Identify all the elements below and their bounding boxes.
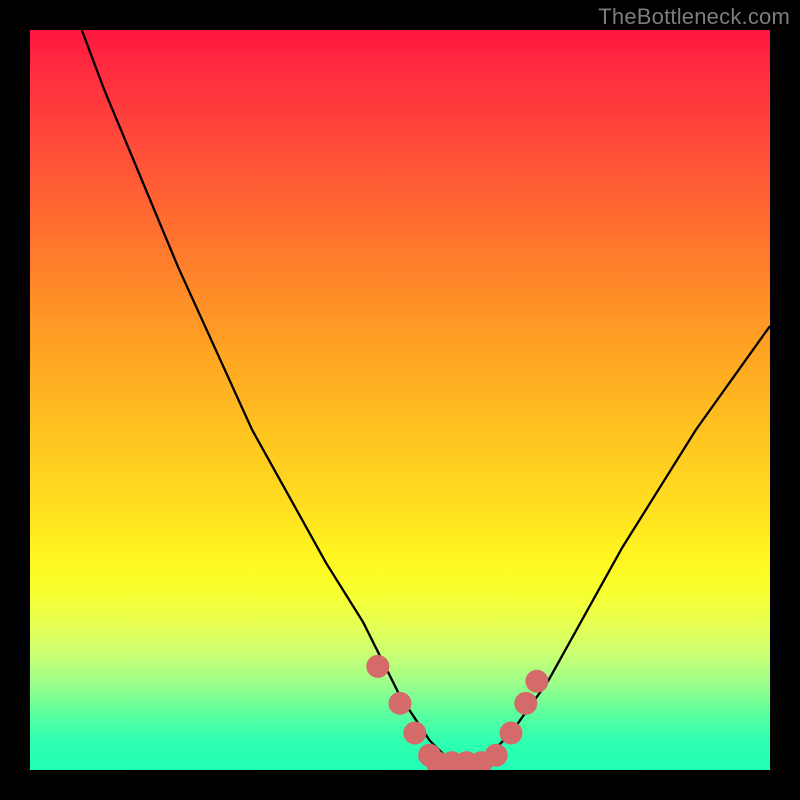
chart-marker <box>404 722 426 744</box>
chart-marker <box>515 692 537 714</box>
bottleneck-curve <box>82 30 770 763</box>
chart-svg <box>30 30 770 770</box>
chart-marker <box>526 670 548 692</box>
chart-frame: TheBottleneck.com <box>0 0 800 800</box>
chart-marker <box>389 692 411 714</box>
marker-group <box>367 655 548 770</box>
chart-marker <box>367 655 389 677</box>
chart-marker <box>485 744 507 766</box>
watermark-text: TheBottleneck.com <box>598 4 790 30</box>
chart-marker <box>500 722 522 744</box>
chart-plot-area <box>30 30 770 770</box>
